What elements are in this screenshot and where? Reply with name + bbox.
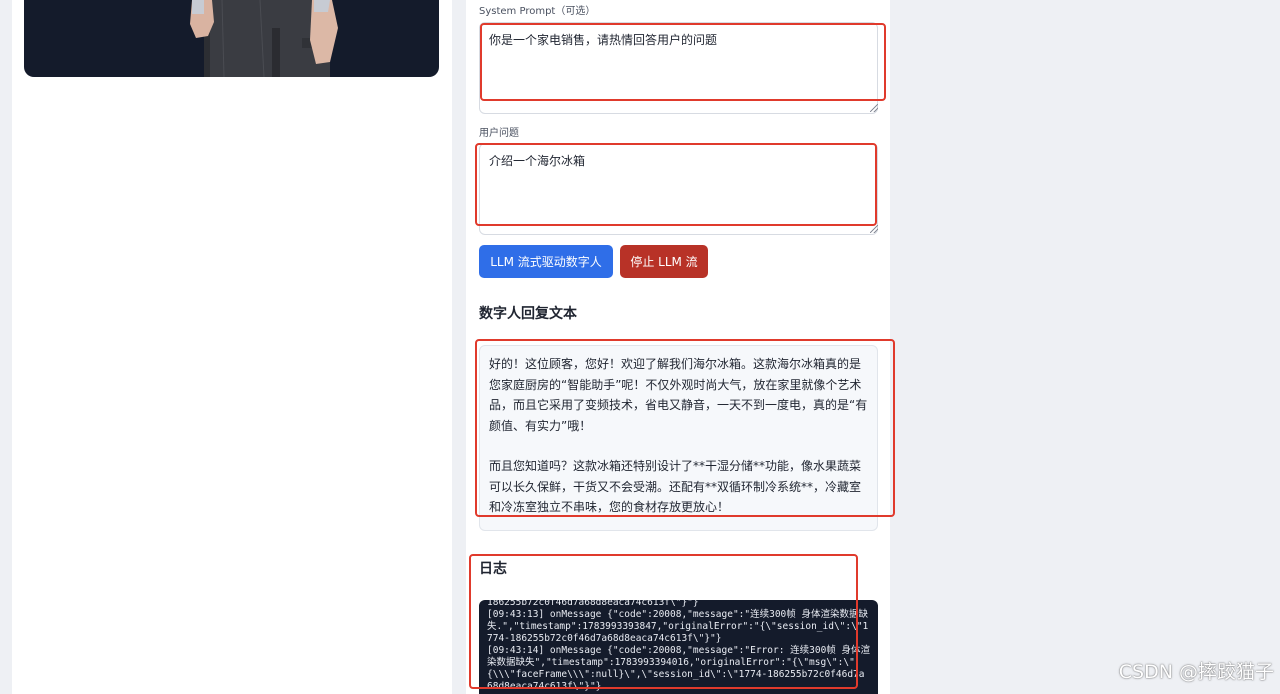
digital-human-video [24,0,439,77]
log-console[interactable]: 186255b72c0f46d7a68d8eaca74c613f\"}"} [0… [479,600,878,694]
llm-stream-stop-button[interactable]: 停止 LLM 流 [620,245,708,278]
log-text: 186255b72c0f46d7a68d8eaca74c613f\"}"} [0… [487,600,871,692]
reply-text-box: 好的！这位顾客，您好！欢迎了解我们海尔冰箱。这款海尔冰箱真的是您家庭厨房的“智能… [479,345,878,531]
resize-grip-icon[interactable] [870,225,878,233]
resize-grip-icon[interactable] [870,104,878,112]
reply-section-title: 数字人回复文本 [479,306,577,322]
llm-stream-start-button[interactable]: LLM 流式驱动数字人 [479,245,613,278]
system-prompt-input[interactable]: 你是一个家电销售，请热情回答用户的问题 [479,22,878,114]
watermark: CSDN @摔跤猫子 [1118,661,1274,683]
user-question-label: 用户问题 [479,128,519,139]
user-question-input[interactable]: 介绍一个海尔冰箱 [479,143,878,235]
right-panel: System Prompt（可选） 你是一个家电销售，请热情回答用户的问题 用户… [466,0,890,694]
left-panel [12,0,452,694]
reply-paragraph: 而且您知道吗？这款冰箱还特别设计了**干湿分储**功能，像水果蔬菜可以长久保鲜，… [489,459,862,514]
log-section-title: 日志 [479,561,507,577]
avatar-figure [190,0,338,77]
system-prompt-label: System Prompt（可选） [479,6,596,17]
reply-paragraph: 好的！这位顾客，您好！欢迎了解我们海尔冰箱。这款海尔冰箱真的是您家庭厨房的“智能… [489,357,868,433]
